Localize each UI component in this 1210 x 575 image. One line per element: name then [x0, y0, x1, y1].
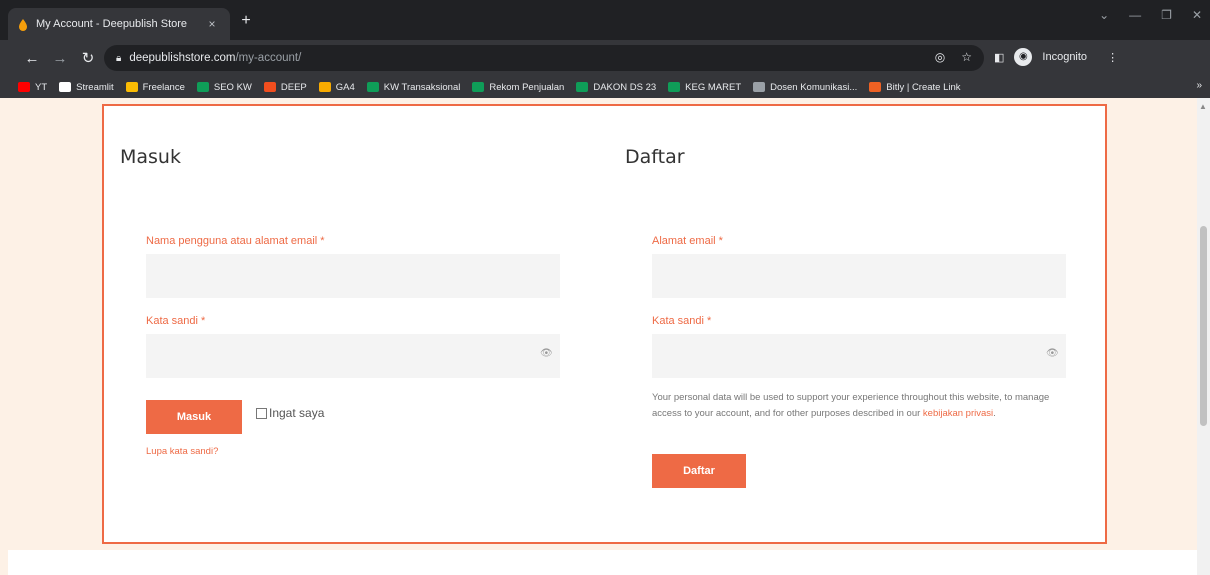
- bookmark-item[interactable]: Freelance: [125, 81, 185, 93]
- login-password-label: Kata sandi *: [146, 315, 206, 327]
- show-register-password-icon[interactable]: 👁︎: [1046, 348, 1059, 359]
- bookmark-label: Dosen Komunikasi...: [770, 81, 858, 93]
- bookmark-label: YT: [35, 81, 48, 93]
- privacy-policy-link[interactable]: kebijakan privasi: [923, 408, 993, 419]
- bookmark-icon: [869, 82, 882, 92]
- window-controls: ⌄ — ❐ ✕: [1099, 8, 1202, 22]
- bookmarks-more-icon[interactable]: »: [1196, 80, 1202, 91]
- bookmark-item[interactable]: GA4: [318, 81, 355, 93]
- register-button[interactable]: Daftar: [652, 454, 746, 488]
- register-title: Daftar: [625, 146, 685, 168]
- forward-icon[interactable]: →: [46, 50, 74, 67]
- remember-label: Ingat saya: [269, 406, 325, 420]
- register-password-input[interactable]: [652, 334, 1066, 378]
- page-scrollbar[interactable]: ▲: [1197, 98, 1210, 575]
- show-password-icon[interactable]: 👁︎: [540, 348, 553, 359]
- bookmark-label: Rekom Penjualan: [489, 81, 565, 93]
- bookmark-icon: [59, 82, 72, 92]
- register-email-label: Alamat email *: [652, 235, 723, 247]
- bookmark-item[interactable]: KEG MARET: [668, 82, 741, 93]
- bookmark-item[interactable]: Rekom Penjualan: [472, 82, 564, 93]
- bookmark-label: DAKON DS 23: [593, 81, 657, 93]
- username-input[interactable]: [146, 254, 560, 298]
- register-password-label: Kata sandi *: [652, 315, 712, 327]
- bookmark-label: Bitly | Create Link: [886, 81, 961, 93]
- register-email-input[interactable]: [652, 254, 1066, 298]
- bookmark-icon: [18, 82, 30, 92]
- minimize-icon[interactable]: —: [1129, 8, 1141, 22]
- username-label: Nama pengguna atau alamat email *: [146, 235, 325, 247]
- restore-icon[interactable]: ❐: [1161, 8, 1172, 22]
- login-button[interactable]: Masuk: [146, 400, 242, 434]
- bookmarks-bar: YT Streamlit Freelance SEO KW DEEP GA4 KW Tran…: [0, 76, 1210, 98]
- new-tab-button[interactable]: +: [236, 12, 256, 30]
- bookmark-star-icon[interactable]: ☆: [961, 50, 972, 64]
- bookmark-icon: [576, 82, 589, 92]
- toolbar-right: ◧ ◉ Incognito ⋮: [994, 48, 1118, 66]
- bookmark-item[interactable]: Bitly | Create Link: [869, 81, 961, 93]
- lock-icon[interactable]: 🔒︎: [116, 53, 121, 64]
- bookmark-icon: [318, 82, 331, 92]
- browser-tab-bar: My Account - Deepublish Store × + ⌄ — ❐ …: [0, 0, 1210, 40]
- back-icon[interactable]: ←: [18, 50, 46, 67]
- bookmark-item[interactable]: Dosen Komunikasi...: [753, 82, 857, 93]
- scroll-up-icon[interactable]: ▲: [1199, 102, 1207, 111]
- bookmark-label: KEG MARET: [685, 81, 742, 93]
- bookmark-icon: [366, 82, 379, 92]
- site-favicon-icon: [18, 18, 28, 31]
- bookmark-icon: [263, 82, 276, 92]
- remember-checkbox[interactable]: [256, 408, 267, 419]
- bookmark-item[interactable]: YT: [18, 82, 47, 93]
- bookmark-label: GA4: [335, 81, 355, 93]
- incognito-label[interactable]: Incognito: [1042, 51, 1087, 63]
- account-card: Masuk Nama pengguna atau alamat email * …: [102, 104, 1107, 544]
- close-window-icon[interactable]: ✕: [1192, 8, 1202, 22]
- bookmark-item[interactable]: DEEP: [263, 81, 307, 93]
- browser-tab[interactable]: My Account - Deepublish Store ×: [8, 8, 230, 40]
- page-footer-area: [8, 550, 1198, 575]
- menu-icon[interactable]: ⋮: [1107, 51, 1118, 64]
- bookmark-icon: [196, 82, 209, 92]
- bookmark-item[interactable]: SEO KW: [196, 81, 252, 93]
- tab-close-icon[interactable]: ×: [204, 17, 220, 31]
- privacy-notice: Your personal data will be used to suppo…: [652, 390, 1072, 422]
- side-panel-icon[interactable]: ◧: [994, 51, 1004, 64]
- login-password-input[interactable]: [146, 334, 560, 378]
- privacy-end: .: [993, 408, 996, 419]
- omnibox-actions: ◎ ☆: [935, 50, 972, 64]
- url-host: deepublishstore.com: [129, 52, 236, 64]
- bookmark-label: SEO KW: [213, 81, 252, 93]
- reload-icon[interactable]: ↻: [74, 49, 102, 67]
- tab-search-icon[interactable]: ⌄: [1099, 8, 1109, 22]
- bookmark-label: Freelance: [142, 81, 185, 93]
- bookmark-icon: [753, 82, 766, 92]
- scroll-thumb[interactable]: [1200, 226, 1207, 426]
- bookmark-item[interactable]: DAKON DS 23: [576, 82, 656, 93]
- browser-toolbar: ← → ↻ 🔒︎ deepublishstore.com /my-account…: [0, 40, 1210, 76]
- incognito-icon[interactable]: ◉: [1014, 48, 1033, 66]
- bookmark-label: DEEP: [280, 81, 307, 93]
- url-path: /my-account/: [235, 52, 302, 64]
- login-title: Masuk: [120, 146, 181, 168]
- address-bar[interactable]: 🔒︎ deepublishstore.com /my-account/ ◎ ☆: [104, 45, 984, 71]
- tab-title: My Account - Deepublish Store: [36, 18, 188, 30]
- bookmark-item[interactable]: KW Transaksional: [366, 81, 461, 93]
- bookmark-label: Streamlit: [76, 81, 114, 93]
- forgot-password-link[interactable]: Lupa kata sandi?: [146, 446, 218, 457]
- bookmark-item[interactable]: Streamlit: [59, 81, 114, 93]
- eye-off-icon[interactable]: ◎: [935, 50, 945, 64]
- bookmark-icon: [668, 82, 681, 92]
- bookmark-icon: [472, 82, 485, 92]
- bookmark-label: KW Transaksional: [383, 81, 461, 93]
- bookmark-icon: [125, 82, 138, 92]
